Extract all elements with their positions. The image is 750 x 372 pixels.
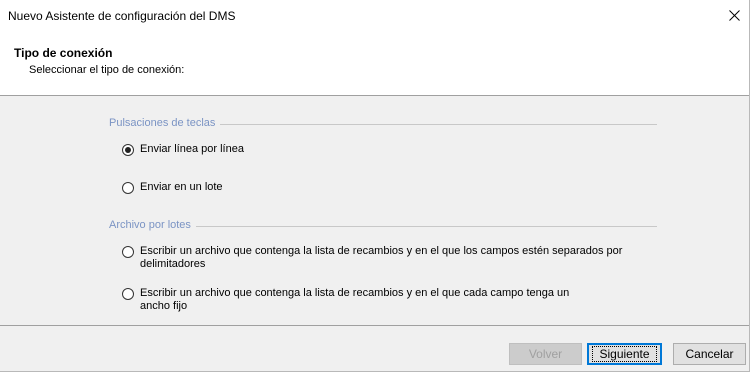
option-label: Enviar en un lote	[140, 181, 223, 193]
group-label: Pulsaciones de teclas	[109, 117, 221, 129]
radio-option-batch[interactable]: Enviar en un lote	[122, 181, 650, 194]
radio-option-line-by-line[interactable]: Enviar línea por línea	[122, 143, 650, 156]
page-title: Tipo de conexión	[14, 46, 113, 60]
radio-dot	[125, 147, 131, 153]
wizard-window: Nuevo Asistente de configuración del DMS…	[0, 0, 750, 372]
group-keystrokes: Pulsaciones de teclas	[109, 117, 657, 130]
wizard-header: Tipo de conexión Seleccionar el tipo de …	[0, 30, 749, 96]
radio-option-delimited-file[interactable]: Escribir un archivo que contenga la list…	[122, 245, 650, 271]
close-icon	[728, 9, 740, 21]
cancel-button[interactable]: Cancelar	[673, 343, 746, 365]
next-button[interactable]: Siguiente	[587, 343, 662, 365]
page-subtitle: Seleccionar el tipo de conexión:	[29, 64, 185, 76]
title-bar: Nuevo Asistente de configuración del DMS	[0, 0, 749, 30]
option-label: Escribir un archivo que contenga la list…	[140, 287, 570, 312]
group-label: Archivo por lotes	[109, 219, 196, 231]
radio-button-selected[interactable]	[122, 144, 134, 156]
radio-button[interactable]	[122, 246, 134, 258]
radio-option-fixed-width-file[interactable]: Escribir un archivo que contenga la list…	[122, 287, 580, 313]
group-batch-file: Archivo por lotes	[109, 219, 657, 232]
close-button[interactable]	[719, 0, 749, 30]
next-button-label: Siguiente	[592, 346, 657, 362]
radio-button[interactable]	[122, 288, 134, 300]
option-label: Escribir un archivo que contenga la list…	[140, 245, 623, 270]
window-title: Nuevo Asistente de configuración del DMS	[8, 9, 236, 23]
back-button[interactable]: Volver	[509, 343, 582, 365]
option-label: Enviar línea por línea	[140, 143, 244, 155]
radio-button[interactable]	[122, 182, 134, 194]
